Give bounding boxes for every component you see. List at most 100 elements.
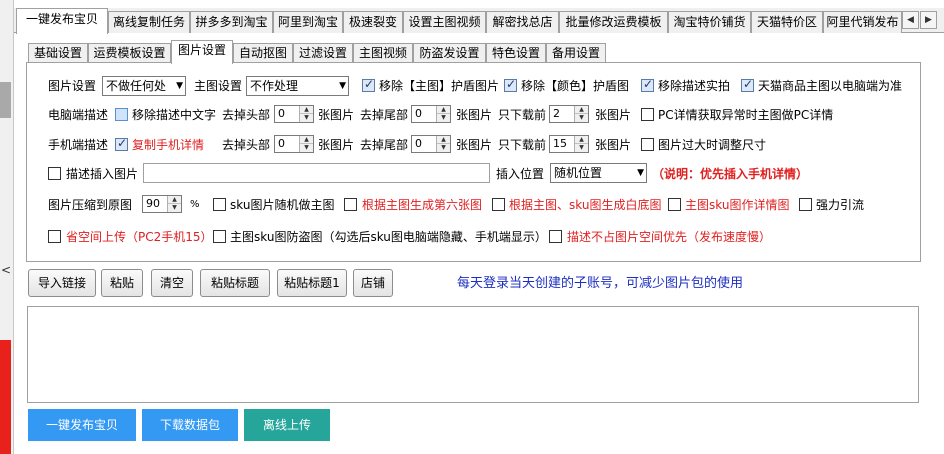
import-link-button[interactable]: 导入链接: [28, 269, 96, 297]
main-image-setting-label: 主图设置: [194, 79, 243, 93]
tab-offline-copy[interactable]: 离线复制任务: [108, 11, 190, 33]
pc-download-first-label: 只下载前: [498, 108, 547, 122]
pc-desc-label: 电脑端描述: [48, 108, 109, 122]
pc-remove-head-stepper[interactable]: 0 ▲ ▼: [274, 105, 314, 123]
spin-up-icon[interactable]: ▲: [300, 136, 313, 144]
tip-text: 每天登录当天创建的子账号，可减少图片包的使用: [457, 276, 744, 291]
main-sku-detail-checkbox[interactable]: [668, 198, 681, 211]
tab-shipping-template[interactable]: 运费模板设置: [88, 43, 171, 63]
offline-upload-button[interactable]: 离线上传: [244, 409, 330, 441]
gen-sixth-main-checkbox[interactable]: [344, 198, 357, 211]
main-image-setting-select[interactable]: 不作处理 ▼: [246, 76, 349, 96]
shop-button[interactable]: 店铺: [353, 269, 393, 297]
pc-unit-label-1: 张图片: [318, 108, 355, 122]
tab-ali-to-taobao[interactable]: 阿里到淘宝: [273, 11, 343, 33]
tab-ali-dropship[interactable]: 阿里代销发布: [823, 11, 902, 33]
desc-insert-image-label: 描述插入图片: [66, 167, 139, 181]
spin-down-icon[interactable]: ▼: [437, 114, 450, 122]
tab-fast-split[interactable]: 极速裂变: [343, 11, 403, 33]
link-list-textarea[interactable]: [27, 306, 919, 403]
chevron-down-icon: ▼: [637, 168, 644, 178]
tab-decrypt-shop[interactable]: 解密找总店: [486, 11, 559, 33]
clear-button[interactable]: 清空: [151, 269, 193, 297]
strong-traffic-checkbox[interactable]: [799, 198, 812, 211]
scroll-left-icon[interactable]: ◀: [902, 11, 919, 29]
publish-button[interactable]: 一键发布宝贝: [28, 409, 136, 441]
tab-special-settings[interactable]: 特色设置: [486, 43, 546, 63]
copy-mobile-detail-checkbox[interactable]: [115, 136, 128, 151]
spin-down-icon[interactable]: ▼: [437, 144, 450, 152]
spin-down-icon[interactable]: ▼: [575, 114, 588, 122]
remove-desc-text-checkbox[interactable]: [115, 108, 128, 121]
spin-down-icon[interactable]: ▼: [168, 204, 181, 212]
pc-remove-tail-label: 去掉尾部: [360, 108, 409, 122]
mobile-desc-label: 手机端描述: [48, 138, 109, 152]
save-space-checkbox[interactable]: [48, 230, 61, 243]
collapse-arrow-icon[interactable]: <: [1, 262, 11, 278]
tab-main-video[interactable]: 设置主图视频: [403, 11, 486, 33]
tab-scroll-buttons: ◀ ▶: [902, 11, 938, 31]
tab-publish[interactable]: 一键发布宝贝: [16, 8, 108, 34]
desc-insert-image-checkbox[interactable]: [48, 167, 61, 180]
pc-unit-label-2: 张图片: [456, 108, 493, 122]
tab-tmall-special[interactable]: 天猫特价区: [751, 11, 823, 33]
resize-oversize-checkbox[interactable]: [641, 138, 654, 151]
main-sku-detail-label: 主图sku图作详情图: [685, 198, 790, 212]
tab-taobao-special[interactable]: 淘宝特价铺货: [668, 11, 751, 33]
chevron-down-icon: ▼: [339, 81, 346, 91]
spin-down-icon[interactable]: ▼: [300, 144, 313, 152]
mobile-download-first-label: 只下载前: [498, 138, 547, 152]
spin-down-icon[interactable]: ▼: [575, 144, 588, 152]
tab-pdd-to-taobao[interactable]: 拼多多到淘宝: [190, 11, 273, 33]
tab-basic-settings[interactable]: 基础设置: [28, 43, 88, 63]
insert-image-url-input[interactable]: [143, 163, 490, 183]
remove-desc-photo-checkbox[interactable]: [641, 77, 654, 92]
anti-theft-checkbox[interactable]: [213, 230, 226, 243]
paste-button[interactable]: 粘贴: [101, 269, 143, 297]
download-package-button[interactable]: 下载数据包: [142, 409, 238, 441]
sku-random-main-checkbox[interactable]: [213, 198, 226, 211]
tmall-main-pc-label: 天猫商品主图以电脑端为准: [758, 79, 903, 93]
insert-position-select[interactable]: 随机位置 ▼: [550, 163, 647, 183]
spin-up-icon[interactable]: ▲: [300, 106, 313, 114]
resize-oversize-label: 图片过大时调整尺寸: [658, 138, 767, 152]
tmall-main-pc-checkbox[interactable]: [741, 77, 754, 92]
anti-theft-label: 主图sku图防盗图（勾选后sku图电脑端隐藏、手机端显示）: [230, 230, 547, 244]
tab-main-video-inner[interactable]: 主图视频: [353, 43, 413, 63]
pc-download-first-stepper[interactable]: 2 ▲ ▼: [549, 105, 589, 123]
tab-auto-cutout[interactable]: 自动抠图: [233, 43, 293, 63]
spin-up-icon[interactable]: ▲: [437, 136, 450, 144]
mobile-unit-label-2: 张图片: [456, 138, 493, 152]
scroll-right-icon[interactable]: ▶: [920, 11, 937, 29]
chevron-down-icon: ▼: [176, 81, 183, 91]
pc-detail-fallback-checkbox[interactable]: [641, 108, 654, 121]
remove-color-shield-checkbox[interactable]: [504, 77, 517, 92]
spin-down-icon[interactable]: ▼: [300, 114, 313, 122]
spin-up-icon[interactable]: ▲: [168, 196, 181, 204]
tab-image-settings[interactable]: 图片设置: [171, 40, 233, 64]
spin-up-icon[interactable]: ▲: [437, 106, 450, 114]
mobile-remove-tail-label: 去掉尾部: [360, 138, 409, 152]
mobile-unit-label-3: 张图片: [595, 138, 632, 152]
mobile-remove-tail-stepper[interactable]: 0 ▲ ▼: [411, 135, 451, 153]
remove-main-shield-label: 移除【主图】护盾图片: [379, 79, 500, 93]
tab-filter-settings[interactable]: 过滤设置: [293, 43, 353, 63]
spin-up-icon[interactable]: ▲: [575, 136, 588, 144]
spin-up-icon[interactable]: ▲: [575, 106, 588, 114]
mobile-unit-label-1: 张图片: [318, 138, 355, 152]
left-scroll-thumb[interactable]: [0, 82, 11, 118]
image-setting-select[interactable]: 不做任何处 ▼: [102, 76, 186, 96]
paste-title-button[interactable]: 粘贴标题: [200, 269, 270, 297]
gen-white-bg-checkbox[interactable]: [492, 198, 505, 211]
tab-backup-settings[interactable]: 备用设置: [546, 43, 606, 63]
tab-anti-theft[interactable]: 防盗发设置: [413, 43, 486, 63]
mobile-download-first-stepper[interactable]: 15 ▲ ▼: [549, 135, 589, 153]
insert-note: （说明：优先插入手机详情）: [652, 167, 809, 181]
desc-no-space-checkbox[interactable]: [549, 230, 562, 243]
tab-batch-shipping[interactable]: 批量修改运费模板: [559, 11, 668, 33]
remove-main-shield-checkbox[interactable]: [362, 77, 375, 92]
pc-remove-tail-stepper[interactable]: 0 ▲ ▼: [411, 105, 451, 123]
compress-stepper[interactable]: 90 ▲ ▼: [142, 195, 182, 213]
paste-title1-button[interactable]: 粘贴标题1: [277, 269, 347, 297]
mobile-remove-head-stepper[interactable]: 0 ▲ ▼: [274, 135, 314, 153]
